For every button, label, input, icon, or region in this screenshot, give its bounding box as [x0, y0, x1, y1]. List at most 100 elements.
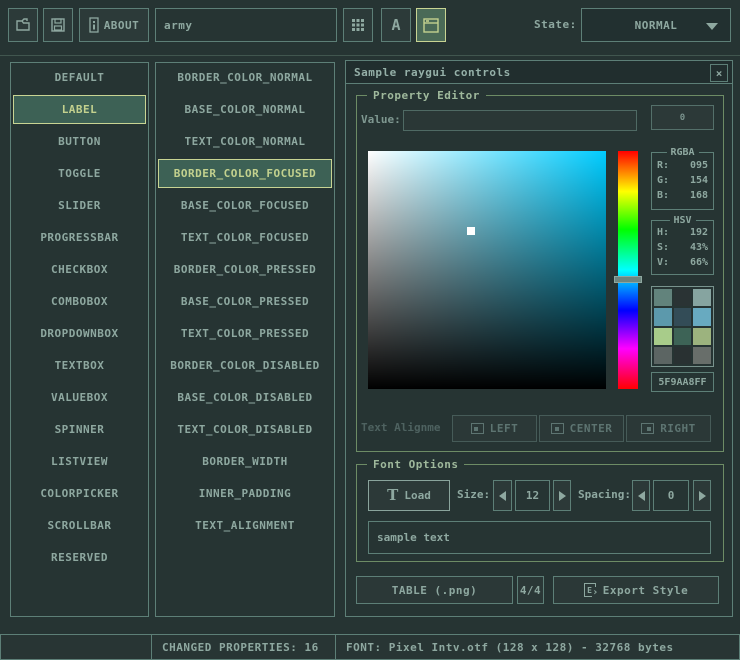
size-increase-button[interactable] [553, 480, 571, 511]
color-swatch-7[interactable] [674, 328, 692, 345]
sidebar-item-slider[interactable]: SLIDER [13, 191, 146, 220]
sample-text: sample text [377, 531, 450, 544]
font-options-group-label: Font Options [367, 458, 464, 471]
properties-list-panel: BORDER_COLOR_NORMAL BASE_COLOR_NORMAL TEXT… [155, 62, 335, 617]
sample-text-box[interactable]: sample text [368, 521, 711, 554]
value-input[interactable] [403, 110, 637, 131]
spacing-increase-button[interactable] [693, 480, 711, 511]
sidebar-item-textbox[interactable]: TEXTBOX [13, 351, 146, 380]
sidebar-item-checkbox[interactable]: CHECKBOX [13, 255, 146, 284]
property-item-text-color-pressed[interactable]: TEXT_COLOR_PRESSED [158, 319, 332, 348]
table-count: 4/4 [520, 584, 541, 597]
load-font-label: Load [404, 489, 431, 502]
color-swatch-9[interactable] [654, 347, 672, 364]
sidebar-item-combobox[interactable]: COMBOBOX [13, 287, 146, 316]
spacing-decrease-button[interactable] [632, 480, 650, 511]
property-item-text-color-focused[interactable]: TEXT_COLOR_FOCUSED [158, 223, 332, 252]
sidebar-item-label[interactable]: LABEL [13, 95, 146, 124]
sample-window-titlebar[interactable]: Sample raygui controls × [345, 60, 733, 84]
rguistyler-window: ABOUT A State: NORMAL DEFAULT LABEL BUTTON… [0, 0, 740, 660]
export-style-button[interactable]: E Export Style [553, 576, 719, 604]
property-item-text-color-normal[interactable]: TEXT_COLOR_NORMAL [158, 127, 332, 156]
open-file-button[interactable] [8, 8, 38, 42]
hue-slider-handle[interactable] [614, 276, 642, 283]
hex-value-box[interactable]: 5F9AA8FF [651, 372, 714, 392]
property-item-base-color-focused[interactable]: BASE_COLOR_FOCUSED [158, 191, 332, 220]
align-right-label: RIGHT [660, 422, 696, 435]
color-swatch-0[interactable] [654, 289, 672, 306]
size-value-box[interactable]: 12 [515, 480, 550, 511]
sidebar-item-dropdownbox[interactable]: DROPDOWNBOX [13, 319, 146, 348]
size-decrease-button[interactable] [493, 480, 512, 511]
property-item-base-color-disabled[interactable]: BASE_COLOR_DISABLED [158, 383, 332, 412]
arrow-left-icon [638, 491, 645, 501]
spacing-value-box[interactable]: 0 [653, 480, 689, 511]
align-center-icon [551, 423, 564, 434]
property-item-border-color-disabled[interactable]: BORDER_COLOR_DISABLED [158, 351, 332, 380]
property-item-base-color-pressed[interactable]: BASE_COLOR_PRESSED [158, 287, 332, 316]
property-item-text-alignment[interactable]: TEXT_ALIGNMENT [158, 511, 332, 540]
sidebar-item-listview[interactable]: LISTVIEW [13, 447, 146, 476]
export-table-button[interactable]: TABLE (.png) [356, 576, 513, 604]
folder-icon [15, 17, 31, 33]
value-box-button[interactable]: 0 [651, 105, 714, 130]
sample-window-body: Property Editor Value: 0 RGBA R:095 [345, 84, 733, 617]
about-button[interactable]: ABOUT [79, 8, 149, 42]
color-swatch-4[interactable] [674, 308, 692, 325]
state-label: State: [534, 8, 577, 42]
rgba-group-label: RGBA [666, 147, 698, 158]
color-swatch-8[interactable] [693, 328, 711, 345]
load-font-button[interactable]: T Load [368, 480, 450, 511]
hsv-row-h: H:192 [652, 225, 713, 240]
state-dropdown-value: NORMAL [635, 19, 678, 32]
color-swatch-2[interactable] [693, 289, 711, 306]
align-right-button[interactable]: RIGHT [626, 415, 711, 442]
sidebar-item-spinner[interactable]: SPINNER [13, 415, 146, 444]
sidebar-item-progressbar[interactable]: PROGRESSBAR [13, 223, 146, 252]
statusbar-font-info: FONT: Pixel Intv.otf (128 x 128) - 32768… [335, 634, 740, 660]
save-file-button[interactable] [43, 8, 73, 42]
property-editor-group: Property Editor Value: 0 RGBA R:095 [356, 95, 724, 452]
color-picker-panel[interactable] [368, 151, 606, 389]
grid-mode-button[interactable] [343, 8, 373, 42]
color-picker-cursor[interactable] [467, 227, 475, 235]
property-item-text-color-disabled[interactable]: TEXT_COLOR_DISABLED [158, 415, 332, 444]
font-mode-button[interactable]: A [381, 8, 411, 42]
close-button[interactable]: × [710, 64, 728, 82]
align-left-button[interactable]: LEFT [452, 415, 537, 442]
sidebar-item-toggle[interactable]: TOGGLE [13, 159, 146, 188]
sidebar-item-button[interactable]: BUTTON [13, 127, 146, 156]
sidebar-item-colorpicker[interactable]: COLORPICKER [13, 479, 146, 508]
sidebar-item-default[interactable]: DEFAULT [13, 63, 146, 92]
color-swatch-6[interactable] [654, 328, 672, 345]
rgba-row-b: B:168 [652, 188, 713, 203]
color-swatch-1[interactable] [674, 289, 692, 306]
sidebar-item-valuebox[interactable]: VALUEBOX [13, 383, 146, 412]
table-count-box[interactable]: 4/4 [517, 576, 544, 604]
property-item-inner-padding[interactable]: INNER_PADDING [158, 479, 332, 508]
align-center-label: CENTER [570, 422, 613, 435]
toolbar-separator [0, 55, 740, 56]
hue-bar[interactable] [618, 151, 638, 389]
value-box-label: 0 [680, 113, 685, 123]
align-center-button[interactable]: CENTER [539, 415, 624, 442]
property-item-border-width[interactable]: BORDER_WIDTH [158, 447, 332, 476]
spacing-value: 0 [668, 489, 675, 502]
state-dropdown[interactable]: NORMAL [581, 8, 731, 42]
about-button-label: ABOUT [104, 19, 140, 32]
color-swatch-11[interactable] [693, 347, 711, 364]
property-item-border-color-focused[interactable]: BORDER_COLOR_FOCUSED [158, 159, 332, 188]
font-t-icon: T [387, 488, 398, 503]
sidebar-item-reserved[interactable]: RESERVED [13, 543, 146, 572]
color-swatch-10[interactable] [674, 347, 692, 364]
color-swatch-5[interactable] [693, 308, 711, 325]
property-item-border-color-pressed[interactable]: BORDER_COLOR_PRESSED [158, 255, 332, 284]
window-icon [423, 18, 439, 33]
window-mode-button[interactable] [416, 8, 446, 42]
property-item-base-color-normal[interactable]: BASE_COLOR_NORMAL [158, 95, 332, 124]
color-swatch-3[interactable] [654, 308, 672, 325]
sidebar-item-scrollbar[interactable]: SCROLLBAR [13, 511, 146, 540]
style-name-input[interactable] [155, 8, 337, 42]
property-item-border-color-normal[interactable]: BORDER_COLOR_NORMAL [158, 63, 332, 92]
align-left-icon [471, 423, 484, 434]
